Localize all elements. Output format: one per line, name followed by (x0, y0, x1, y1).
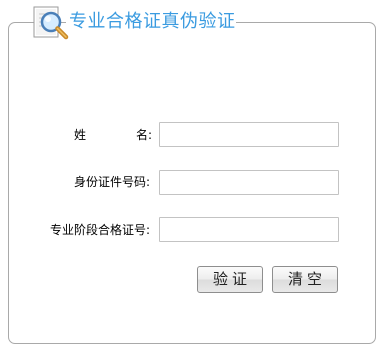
name-input[interactable] (159, 122, 339, 147)
certificate-number-input[interactable] (159, 217, 339, 242)
id-number-input[interactable] (159, 170, 339, 195)
name-label-part1: 姓 (74, 128, 87, 142)
clear-button[interactable]: 清空 (272, 266, 338, 293)
certificate-number-label: 专业阶段合格证号: (50, 223, 151, 237)
magnifier-document-icon (33, 6, 69, 40)
page-title: 专业合格证真伪验证 (69, 11, 236, 32)
name-label-part2: 名: (136, 128, 153, 142)
verify-button[interactable]: 验证 (197, 266, 263, 293)
id-number-label: 身份证件号码: (74, 175, 151, 189)
